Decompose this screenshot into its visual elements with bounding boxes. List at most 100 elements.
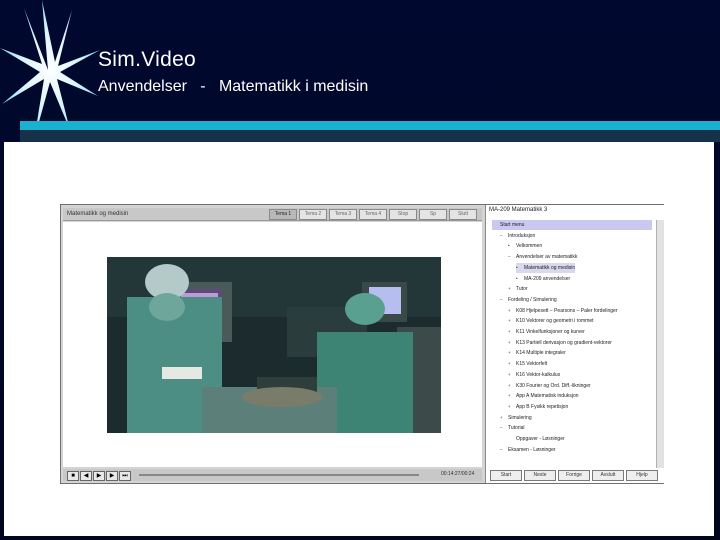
tree-item[interactable]: • Matematikk og medisin bbox=[516, 262, 576, 273]
starburst-icon bbox=[0, 0, 100, 140]
expand-icon: + bbox=[508, 382, 511, 388]
tree-item[interactable]: – Fordeling / Simulering bbox=[500, 295, 557, 305]
tree-item[interactable]: + K10 Vektorer og geometri i rommet bbox=[508, 316, 594, 326]
tree-item-label: Simulering bbox=[508, 414, 532, 421]
tree-item-label: K15 Vektorfelt bbox=[516, 361, 548, 368]
stop-icon[interactable]: ■ bbox=[67, 471, 79, 481]
tree-item[interactable]: • Velkommen bbox=[508, 241, 542, 251]
tree-item[interactable]: + K14 Multiple integraler bbox=[508, 348, 566, 358]
video-panel: Matematikk og medisin Tema 1 Tema 2 Tema… bbox=[61, 205, 484, 483]
tab-tema-1[interactable]: Tema 1 bbox=[269, 209, 297, 220]
course-title: MA-209 Matematikk 3 bbox=[489, 207, 548, 213]
collapse-icon: – bbox=[500, 232, 503, 238]
title-divider-bar bbox=[20, 121, 720, 130]
tree-item-label: Anvendelser av matematikk bbox=[516, 254, 578, 261]
expand-icon: + bbox=[508, 393, 511, 399]
expand-icon: + bbox=[508, 286, 511, 292]
tree-item-label: K08 Hjelpesett – Pearsons – Paler fordel… bbox=[516, 307, 618, 314]
playback-controls: ■ ◀ ▶ ▶ ⏭ 00:14:27/00:24 bbox=[63, 469, 482, 481]
tree-item[interactable]: + K13 Partiell derivasjon og gradient-vek… bbox=[508, 338, 612, 348]
nav-buttons: Start Neste Forrige Avslutt Hjelp bbox=[488, 469, 662, 481]
end-icon[interactable]: ⏭ bbox=[119, 471, 131, 481]
tab-tema-4[interactable]: Tema 4 bbox=[359, 209, 387, 220]
skip-back-icon[interactable]: ◀ bbox=[80, 471, 92, 481]
tree-item-label: K16 Vektor-kalkulus bbox=[516, 371, 561, 378]
next-button[interactable]: Neste bbox=[524, 470, 556, 481]
simvideo-app-window: Matematikk og medisin Tema 1 Tema 2 Tema… bbox=[60, 204, 664, 484]
tree-item-label: K13 Partiell derivasjon og gradient-vekt… bbox=[516, 339, 612, 346]
tree-item-label: Oppgaver - Løsninger bbox=[516, 436, 565, 442]
tree-item-label: Fordeling / Simulering bbox=[508, 296, 557, 303]
tree-item-label: Velkommen bbox=[516, 243, 543, 250]
expand-icon: + bbox=[508, 307, 511, 313]
tree-item-label: Tutor bbox=[516, 286, 528, 293]
tree-item[interactable]: + K30 Fourier og Ord. Diff.-likninger bbox=[508, 381, 591, 391]
tab-strip: Tema 1 Tema 2 Tema 3 Tema 4 Stop Sp Slut… bbox=[269, 209, 477, 220]
tree-item-label: Tutorial bbox=[508, 425, 525, 432]
play-icon[interactable]: ▶ bbox=[93, 471, 105, 481]
tree-item[interactable]: + K11 Vinkelfunksjoner og kurver bbox=[508, 327, 585, 337]
tree-item[interactable]: – Tutorial bbox=[500, 423, 525, 433]
tree-item-label: MA-209 anvendelser bbox=[524, 275, 571, 282]
tree-item[interactable]: + Simulering bbox=[500, 413, 532, 423]
tab-tema-2[interactable]: Tema 2 bbox=[299, 209, 327, 220]
expand-icon: + bbox=[500, 414, 503, 420]
tree-item[interactable]: Start menu bbox=[492, 220, 652, 230]
tab-stop[interactable]: Stop bbox=[389, 209, 417, 220]
bullet-icon: • bbox=[508, 243, 510, 249]
tree-item-label: Introduksjon bbox=[508, 232, 536, 239]
tree-item[interactable]: – Eksamen - Løsninger bbox=[500, 445, 556, 455]
video-panel-title: Matematikk og medisin bbox=[67, 211, 129, 217]
collapse-icon: – bbox=[508, 254, 511, 260]
tree-item[interactable]: + App A Matematisk induksjon bbox=[508, 391, 579, 401]
expand-icon: + bbox=[508, 350, 511, 356]
tree-item-label: K14 Multiple integraler bbox=[516, 350, 566, 357]
tree-item[interactable]: – Introduksjon bbox=[500, 231, 535, 241]
tab-sp[interactable]: Sp bbox=[419, 209, 447, 220]
tree-item[interactable]: + Tutor bbox=[508, 284, 527, 294]
help-button[interactable]: Hjelp bbox=[626, 470, 658, 481]
tree-item-label: App A Matematisk induksjon bbox=[516, 393, 579, 400]
tree-item-label: K11 Vinkelfunksjoner og kurver bbox=[516, 329, 585, 335]
expand-icon: + bbox=[508, 339, 511, 345]
slide-subtitle: Anvendelser - Matematikk i medisin bbox=[98, 78, 369, 95]
tab-tema-3[interactable]: Tema 3 bbox=[329, 209, 357, 220]
tree-scrollbar[interactable] bbox=[656, 220, 664, 468]
tree-item-label: Eksamen - Løsninger bbox=[508, 446, 556, 453]
tree-item-label: K30 Fourier og Ord. Diff.-likninger bbox=[516, 382, 591, 389]
exit-button[interactable]: Avslutt bbox=[592, 470, 624, 481]
progress-track[interactable] bbox=[139, 474, 419, 476]
tree-item-label: Matematikk og medisin bbox=[524, 264, 576, 271]
time-display: 00:14:27/00:24 bbox=[441, 471, 475, 477]
expand-icon: + bbox=[508, 329, 511, 334]
collapse-icon: – bbox=[500, 446, 503, 452]
expand-icon: + bbox=[508, 361, 511, 367]
expand-icon: + bbox=[508, 318, 511, 324]
tree-item[interactable]: + App B Fysikk repetisjon bbox=[508, 402, 568, 412]
video-viewport bbox=[63, 222, 482, 467]
tree-item[interactable]: Oppgaver - Løsninger bbox=[508, 434, 565, 444]
tree-item[interactable]: + K15 Vektorfelt bbox=[508, 359, 547, 369]
tree-item-label: K10 Vektorer og geometri i rommet bbox=[516, 318, 594, 325]
collapse-icon: – bbox=[500, 425, 503, 431]
start-button[interactable]: Start bbox=[490, 470, 522, 481]
expand-icon: + bbox=[508, 403, 511, 409]
tab-slutt[interactable]: Slutt bbox=[449, 209, 477, 220]
tree-item-label: App B Fysikk repetisjon bbox=[516, 403, 569, 410]
previous-button[interactable]: Forrige bbox=[558, 470, 590, 481]
video-toolbar: Matematikk og medisin Tema 1 Tema 2 Tema… bbox=[63, 208, 482, 221]
tree-item[interactable]: • MA-209 anvendelser bbox=[516, 274, 570, 284]
tree-item[interactable]: + K16 Vektor-kalkulus bbox=[508, 370, 560, 380]
bullet-icon: • bbox=[516, 264, 518, 270]
skip-forward-icon[interactable]: ▶ bbox=[106, 471, 118, 481]
toc-tree: Start menu – Introduksjon • Velkommen – Anvend… bbox=[486, 220, 656, 467]
tree-item[interactable]: + K08 Hjelpesett – Pearsons – Paler forde… bbox=[508, 306, 617, 316]
bullet-icon: • bbox=[516, 275, 518, 281]
expand-icon: + bbox=[508, 371, 511, 377]
course-outline-panel: MA-209 Matematikk 3 Start menu – Introduks… bbox=[485, 205, 664, 483]
collapse-icon: – bbox=[500, 296, 503, 302]
tree-item-label: Start menu bbox=[500, 222, 525, 228]
surgery-video-frame[interactable] bbox=[107, 257, 441, 433]
tree-item[interactable]: – Anvendelser av matematikk bbox=[508, 252, 577, 262]
title-divider-shadow bbox=[20, 130, 720, 142]
